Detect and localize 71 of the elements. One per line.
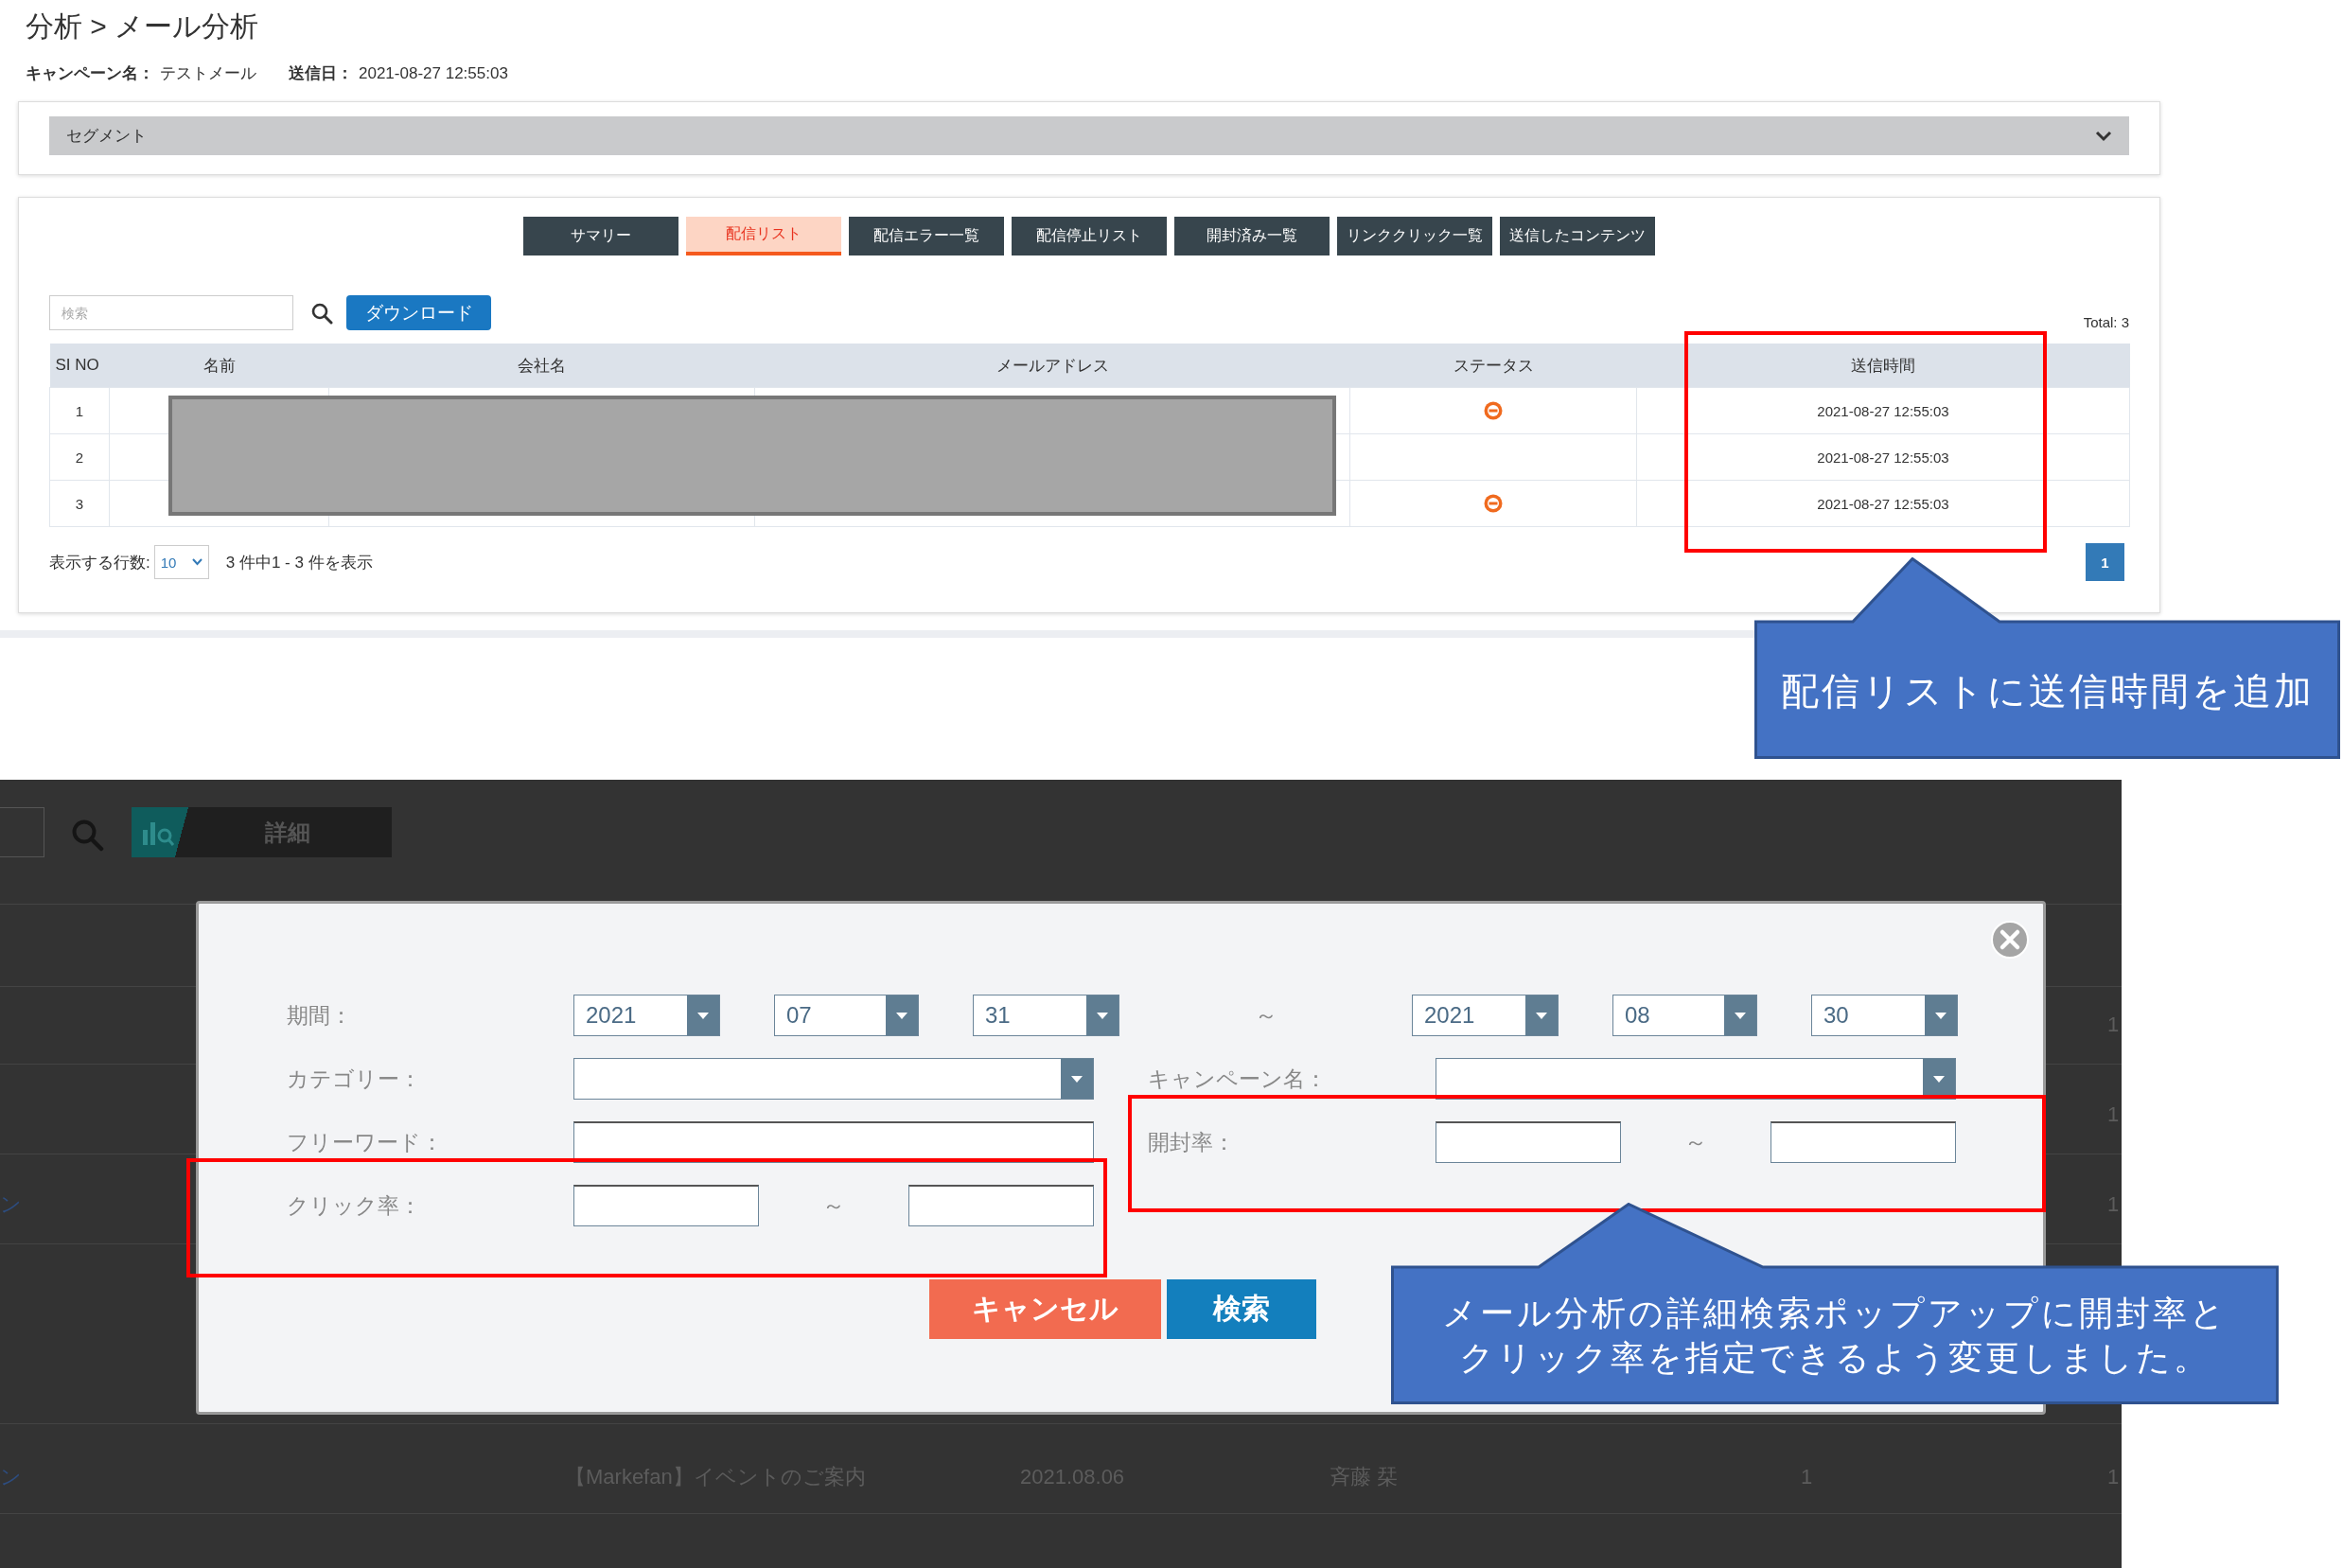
tilde-separator: ～ <box>1253 1001 1278 1030</box>
caret-icon[interactable] <box>191 558 203 566</box>
callout-text: 配信リストに送信時間を追加 <box>1780 668 2315 714</box>
column-header: 会社名 <box>328 344 755 388</box>
click-rate-label: クリック率： <box>287 1191 422 1220</box>
column-header: メールアドレス <box>754 344 1350 388</box>
caret-icon[interactable] <box>1525 995 1558 1035</box>
input-field[interactable] <box>573 1185 759 1226</box>
caret-icon[interactable] <box>687 995 719 1035</box>
caret-icon[interactable] <box>1086 995 1119 1035</box>
tab[interactable]: 開封済み一覧 <box>1174 217 1330 255</box>
caret-icon[interactable] <box>1724 995 1756 1035</box>
category-label: カテゴリー： <box>287 1065 422 1093</box>
input-field[interactable] <box>1436 1121 1621 1163</box>
tilde-separator: ～ <box>821 1191 846 1220</box>
page-button[interactable]: 1 <box>2086 543 2124 581</box>
column-header: 名前 <box>109 344 329 388</box>
dropdown[interactable]: 07 <box>774 995 919 1036</box>
search-icon[interactable] <box>310 301 333 325</box>
caret-icon[interactable] <box>886 995 918 1035</box>
tab[interactable]: 配信停止リスト <box>1012 217 1167 255</box>
input-field[interactable] <box>573 1121 1094 1163</box>
open-rate-label: 開封率： <box>1148 1128 1236 1156</box>
range-text: 3 件中1 - 3 件を表示 <box>225 552 373 573</box>
tilde-separator: ～ <box>1683 1128 1708 1156</box>
cancel-button[interactable]: キャンセル <box>929 1279 1161 1339</box>
table-cell: 2 <box>49 433 110 481</box>
campaign-name: テストメール <box>160 63 256 84</box>
table-cell: 3 <box>49 480 110 527</box>
total-count: Total: 3 <box>2083 314 2129 330</box>
tab[interactable]: 送信したコンテンツ <box>1500 217 1655 255</box>
period-label: 期間： <box>287 1001 353 1030</box>
dropdown[interactable]: 2021 <box>1412 995 1559 1036</box>
segment-bar[interactable]: セグメント <box>49 116 2129 155</box>
breadcrumb: 分析 > メール分析 <box>25 9 259 44</box>
search-button[interactable]: 検索 <box>1167 1279 1316 1339</box>
chevron-icon[interactable] <box>2095 130 2112 142</box>
dropdown[interactable]: 2021 <box>573 995 720 1036</box>
dropdown[interactable]: 31 <box>973 995 1119 1036</box>
tab[interactable]: 配信エラー一覧 <box>849 217 1004 255</box>
rows-per-page-select[interactable]: 10 <box>153 545 209 579</box>
callout-text: メール分析の詳細検索ポップアップに開封率とクリック率を指定できるよう変更しました。 <box>1441 1292 2228 1379</box>
tab[interactable]: リンククリック一覧 <box>1337 217 1492 255</box>
tab[interactable]: 配信リスト <box>686 217 841 255</box>
column-header: ステータス <box>1349 344 1637 388</box>
dropdown[interactable] <box>1436 1058 1956 1100</box>
sent-date-label: 送信日： <box>289 63 353 84</box>
freeword-label: フリーワード： <box>287 1128 444 1156</box>
rows-per-page-label: 表示する行数: <box>49 552 150 573</box>
download-button[interactable]: ダウンロード <box>346 295 491 330</box>
column-header: 送信時間 <box>1636 344 2130 388</box>
search-icon <box>70 818 104 852</box>
close-icon[interactable] <box>1990 920 2030 960</box>
table-cell: 2021-08-27 12:55:03 <box>1636 480 2130 527</box>
dropdown[interactable] <box>573 1058 1094 1100</box>
input-field[interactable] <box>908 1185 1094 1226</box>
sent-date: 2021-08-27 12:55:03 <box>359 63 508 83</box>
campaign-label: キャンペーン名： <box>26 63 154 84</box>
caret-icon[interactable] <box>1925 995 1957 1035</box>
search-field[interactable]: 検索 <box>49 295 293 330</box>
input-field[interactable] <box>1770 1121 1956 1163</box>
segment-label: セグメント <box>66 126 147 147</box>
dropdown[interactable]: 30 <box>1811 995 1958 1036</box>
tab[interactable]: サマリー <box>523 217 678 255</box>
table-cell: 2021-08-27 12:55:03 <box>1636 433 2130 481</box>
column-header: SI NO <box>49 344 110 388</box>
campaign-label: キャンペーン名： <box>1148 1065 1328 1093</box>
table-cell: 2021-08-27 12:55:03 <box>1636 387 2130 434</box>
dropdown[interactable]: 08 <box>1612 995 1757 1036</box>
table-cell: 1 <box>49 387 110 434</box>
caret-icon[interactable] <box>1061 1059 1093 1099</box>
